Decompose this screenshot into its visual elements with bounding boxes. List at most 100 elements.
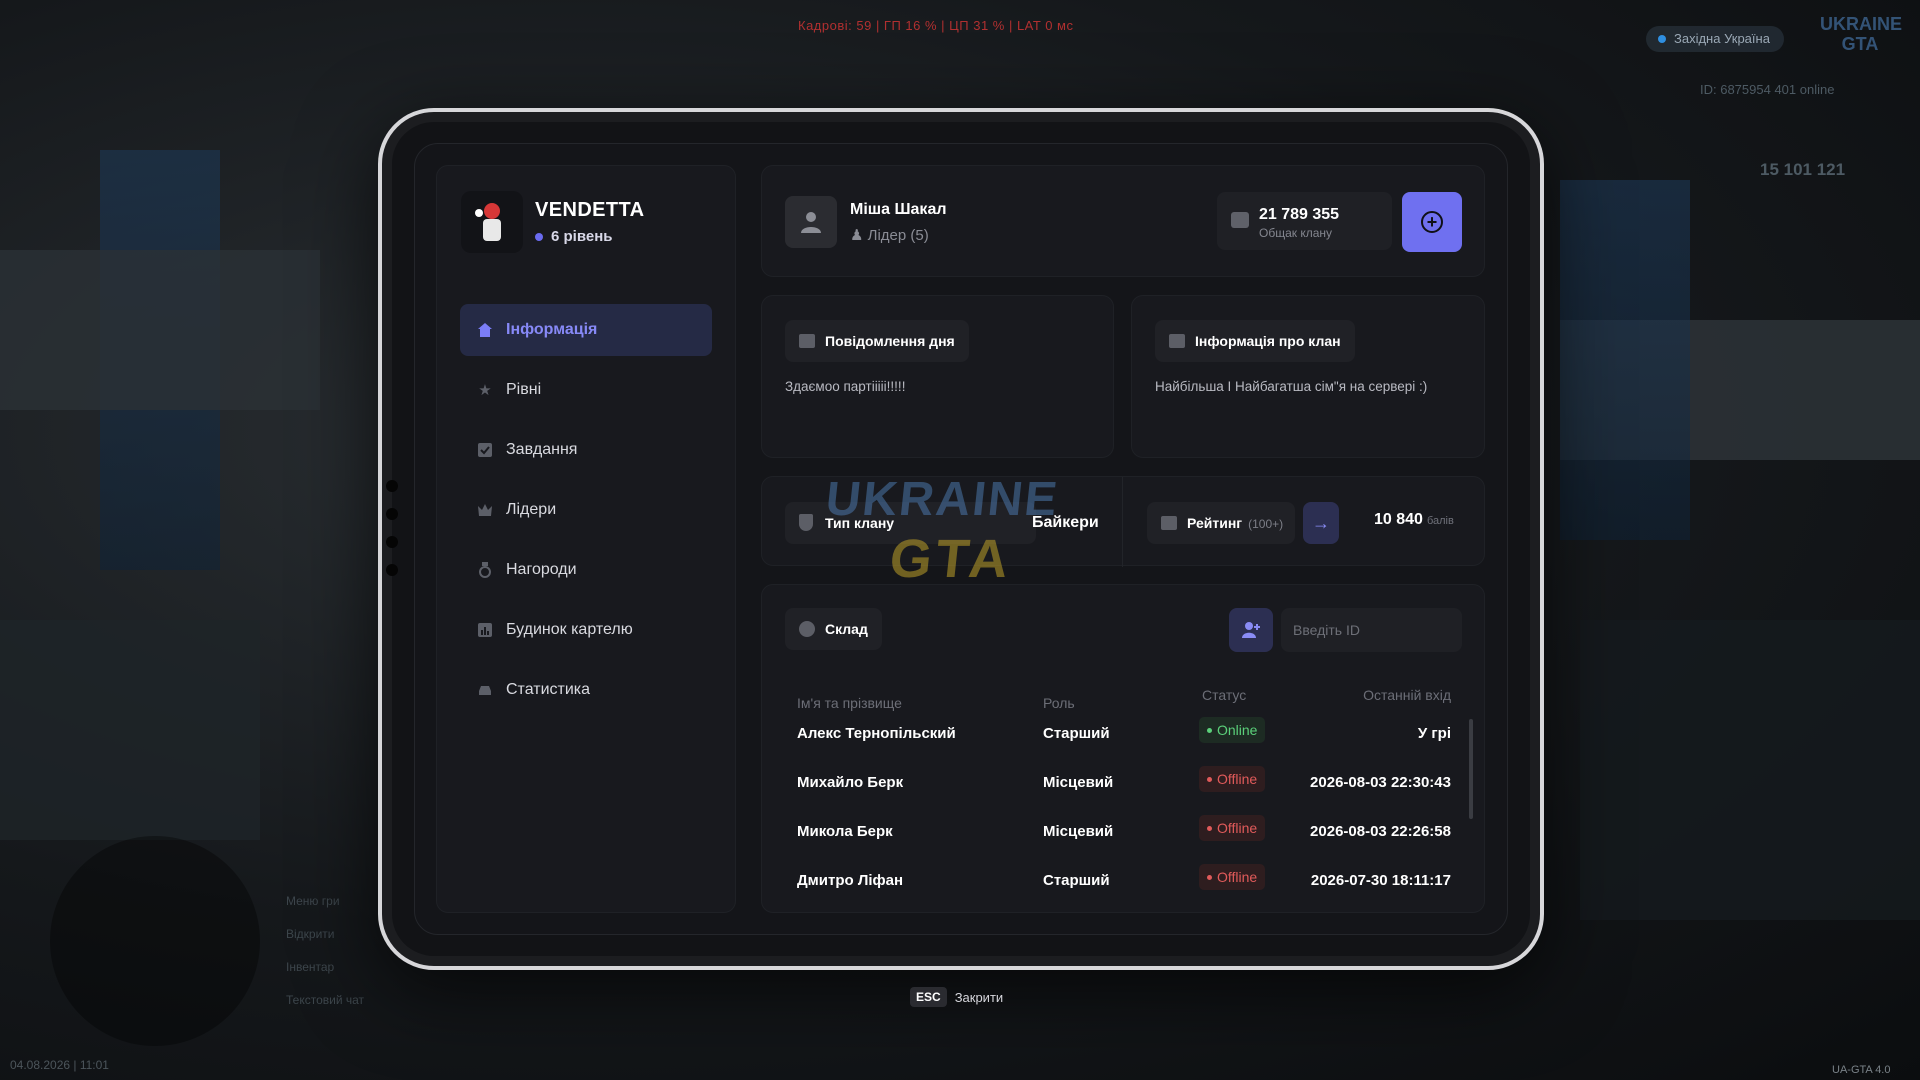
sidebar-item-label: Лідери [506, 501, 557, 518]
invite-member-button[interactable] [1229, 608, 1273, 652]
member-role: Місцевий [1043, 823, 1114, 840]
clan-sidebar: VENDETTA 6 рівень Інформація ★ Рівні Зав… [436, 165, 736, 913]
minimap [50, 836, 260, 1046]
server-badge: Західна Україна [1646, 26, 1784, 52]
crown-icon [476, 501, 494, 519]
game-version: UA-GTA 4.0 [1832, 1064, 1891, 1076]
close-hint[interactable]: ESC Закрити [910, 987, 1003, 1007]
rating-unit: балів [1426, 515, 1454, 527]
message-of-day-label: Повідомлення дня [825, 333, 955, 349]
player-money: 15 101 121 [1760, 160, 1846, 179]
clan-bank: 21 789 355 Общак клану [1217, 192, 1392, 250]
rating-arrow-button[interactable]: → [1303, 502, 1339, 544]
table-row[interactable]: Алекс Тернопільский Старший Online У грі [797, 717, 1451, 753]
clan-type-value: Байкери [1032, 514, 1099, 531]
user-name: Міша Шакал [850, 201, 947, 218]
clan-type-label: Тип клану [825, 515, 895, 531]
sidebar-item-rewards[interactable]: Нагороди [460, 544, 712, 596]
tablet-camera-dots [386, 480, 400, 592]
clan-logo [461, 191, 523, 253]
member-last-login: 2026-08-03 22:30:43 [1310, 774, 1451, 791]
chart-icon [476, 621, 494, 639]
rating-value: 10 840 балів [1374, 511, 1454, 529]
member-last-login: 2026-08-03 22:26:58 [1310, 823, 1451, 840]
status-badge: Offline [1199, 766, 1266, 792]
bank-amount: 21 789 355 [1259, 206, 1340, 223]
bank-label: Общак клану [1259, 226, 1333, 240]
sidebar-item-label: Інформація [506, 321, 598, 338]
roster-title-label: Склад [825, 621, 868, 637]
deposit-button[interactable]: + [1402, 192, 1462, 252]
hotkey-list: Меню гри Відкрити Інвентар Текстовий чат [286, 885, 364, 1017]
add-user-icon [1242, 622, 1260, 638]
checkbox-icon [476, 441, 494, 459]
sidebar-item-label: Рівні [506, 381, 542, 398]
plus-circle-icon: + [1421, 211, 1443, 233]
game-logo: UKRAINE GTA [1820, 14, 1903, 54]
rating-label: Рейтинг [1187, 515, 1243, 531]
table-row[interactable]: Микола Берк Місцевий Offline 2026-08-03 … [797, 815, 1451, 851]
message-of-day-text: Здаємоо партііііі!!!!! [785, 379, 906, 394]
clan-type-chip: Тип клану [785, 502, 1036, 544]
rating-sub: (100+) [1248, 517, 1284, 531]
table-row[interactable]: Дмитро Ліфан Старший Offline 2026-07-30 … [797, 864, 1451, 900]
clan-header: VENDETTA 6 рівень [461, 191, 645, 253]
clan-type-rating-row: Тип клану Байкери Рейтинг (100+) → 10 840… [761, 476, 1485, 567]
table-row[interactable]: Михайло Берк Місцевий Offline 2026-08-03… [797, 766, 1451, 802]
user-role-label: Лідер (5) [867, 227, 929, 244]
crown-icon [1161, 516, 1177, 530]
shield-icon [799, 514, 813, 531]
arrow-right-icon: → [1312, 512, 1330, 533]
game-datetime: 04.08.2026 | 11:01 [10, 1058, 109, 1072]
sidebar-nav: Інформація ★ Рівні Завдання Лідери Нагор… [460, 304, 712, 724]
player-id: ID: 6875954 401 online [1700, 82, 1835, 97]
column-header-name: Ім'я та прізвище [797, 695, 902, 711]
user-role: ♟ Лідер (5) [850, 226, 929, 244]
roster-title: Склад [785, 608, 882, 650]
car-icon [476, 681, 494, 699]
clan-info-text: Найбільша І Найбагатша сім"я на сервері … [1155, 379, 1428, 394]
member-role: Старший [1043, 725, 1110, 742]
sidebar-item-tasks[interactable]: Завдання [460, 424, 712, 476]
close-label: Закрити [954, 989, 1004, 1005]
sidebar-item-levels[interactable]: ★ Рівні [460, 364, 712, 416]
clan-level: 6 рівень [535, 228, 645, 245]
clan-info-title: Інформація про клан [1155, 320, 1355, 362]
roster-panel: Склад Ім'я та прізвище Роль Статус Остан… [761, 584, 1485, 913]
member-name: Михайло Берк [797, 774, 904, 791]
hotkey-item: Відкрити [286, 927, 335, 941]
member-id-input[interactable] [1281, 608, 1462, 652]
column-header-last-login: Останній вхід [1363, 687, 1451, 703]
message-of-day-card: Повідомлення дня Здаємоо партііііі!!!!! [761, 295, 1114, 458]
clan-level-label: 6 рівень [551, 228, 613, 245]
sidebar-item-label: Завдання [506, 441, 578, 458]
sidebar-item-statistics[interactable]: Статистика [460, 664, 712, 716]
status-badge: Offline [1199, 864, 1266, 890]
user-avatar-icon [785, 196, 837, 248]
performance-readout: Кадрові: 59 | ГП 16 % | ЦП 31 % | LAT 0 … [798, 18, 1074, 33]
member-name: Алекс Тернопільский [797, 725, 956, 742]
hotkey-item: Текстовий чат [286, 993, 365, 1007]
sidebar-item-label: Будинок картелю [506, 621, 633, 638]
clan-info-card: Інформація про клан Найбільша І Найбагат… [1131, 295, 1485, 458]
rating-number: 10 840 [1374, 511, 1423, 528]
hotkey-item: Інвентар [286, 960, 335, 974]
document-icon [1169, 334, 1185, 348]
sidebar-item-cartel-house[interactable]: Будинок картелю [460, 604, 712, 656]
sidebar-item-label: Статистика [506, 681, 591, 698]
message-icon [799, 334, 815, 348]
hotkey-item: Меню гри [286, 894, 340, 908]
star-icon: ★ [478, 382, 492, 399]
status-badge: Online [1199, 717, 1266, 743]
level-dot-icon [535, 232, 543, 241]
members-icon [799, 621, 815, 637]
column-header-role: Роль [1043, 695, 1075, 711]
leader-icon: ♟ [850, 227, 864, 244]
sidebar-item-info[interactable]: Інформація [460, 304, 712, 356]
message-of-day-title: Повідомлення дня [785, 320, 969, 362]
status-badge: Offline [1199, 815, 1266, 841]
member-role: Старший [1043, 872, 1110, 889]
sidebar-item-leaders[interactable]: Лідери [460, 484, 712, 536]
home-icon [476, 321, 494, 339]
roster-scrollbar[interactable] [1469, 719, 1473, 819]
